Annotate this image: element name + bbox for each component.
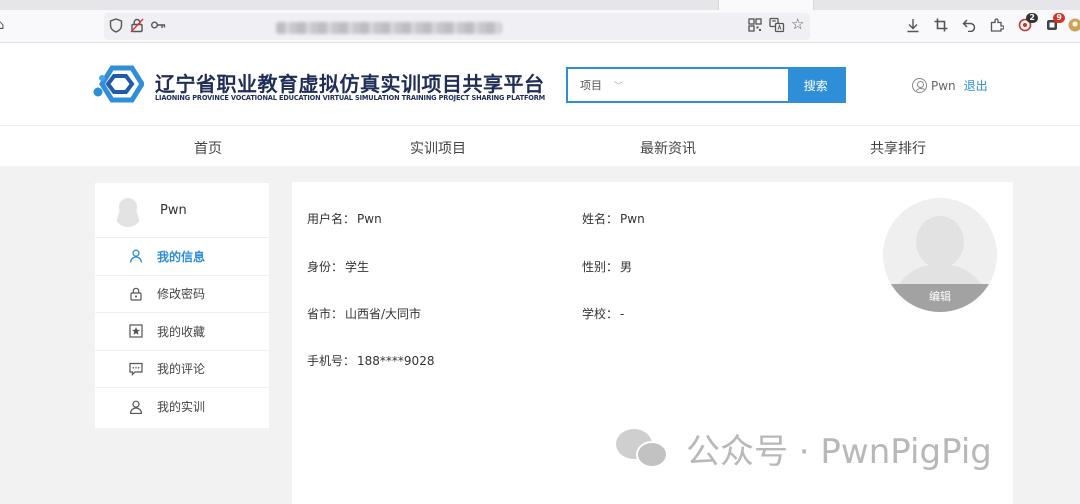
sidebar-item-my-training[interactable]: 我的实训 [95,388,269,426]
extension-badge-icon[interactable]: 2 [1018,13,1038,37]
sidebar-item-favorites[interactable]: 我的收藏 [95,313,269,351]
sidebar-item-my-info[interactable]: 我的信息 [95,238,269,276]
avatar-placeholder-head [916,216,964,268]
sidebar-item-label: 我的收藏 [157,324,206,339]
extension-alert-count: 9 [1053,13,1065,23]
site-title[interactable]: 辽宁省职业教育虚拟仿真实训项目共享平台 [155,68,545,97]
search-type-select[interactable]: 项目 ﹀ [568,69,626,101]
comment-icon [129,362,143,376]
username-value: Pwn [357,212,382,226]
name-field: 姓名： Pwn [582,210,645,227]
extensions-icon[interactable] [990,18,1005,37]
name-label: 姓名： [582,212,619,226]
address-bar[interactable]: ☆ [104,13,810,40]
key-icon[interactable] [150,18,166,37]
sidebar-profile: Pwn [95,183,269,238]
profile-avatar-icon[interactable] [1068,18,1080,37]
search-input[interactable] [625,69,788,101]
star-icon [129,324,143,338]
username-field: 用户名： Pwn [307,210,382,227]
search-bar: 项目 ﹀ 搜索 [566,67,846,103]
identity-label: 身份： [307,260,344,274]
browser-toolbar: ⌂ ☆ 2 9 [0,10,1080,43]
person-icon [129,249,143,263]
sidebar-item-label: 我的实训 [157,400,206,415]
watermark-text: 公众号 · PwnPigPig [686,432,992,472]
profile-avatar[interactable]: 编辑 [883,198,997,312]
nav-item-ranking[interactable]: 共享排行 [870,138,926,158]
site-subtitle: LIAONING PROVINCE VOCATIONAL EDUCATION V… [155,94,546,102]
name-value: Pwn [620,212,645,226]
user-area: Pwn 退出 [912,77,988,94]
main-nav: 首页 实训项目 最新资讯 共享排行 [0,125,1080,166]
chevron-down-icon: ﹀ [614,81,624,92]
sidebar-item-change-password[interactable]: 修改密码 [95,276,269,313]
extension-alert-icon[interactable]: 9 [1045,13,1065,37]
search-button[interactable]: 搜索 [787,69,844,101]
nav-item-projects[interactable]: 实训项目 [410,138,466,158]
identity-value: 学生 [345,260,370,274]
account-sidebar: Pwn 我的信息 修改密码 我的收藏 我的评论 我的实训 [95,183,269,428]
user-icon [912,78,927,93]
identity-field: 身份： 学生 [307,258,369,275]
bookmark-star-icon[interactable]: ☆ [791,16,804,32]
gender-value: 男 [620,260,633,274]
platform-logo-icon[interactable] [92,65,145,103]
gender-field: 性别：男 [582,258,632,275]
avatar-edit-button[interactable]: 编辑 [883,284,997,312]
school-label: 学校： [582,307,619,321]
search-type-label: 项目 [580,79,602,92]
province-label: 省市： [307,307,344,321]
sidebar-item-label: 修改密码 [157,287,206,302]
sidebar-item-comments[interactable]: 我的评论 [95,351,269,388]
wechat-watermark: 公众号 · PwnPigPig [612,424,992,473]
undo-icon[interactable] [962,18,976,37]
shield-icon[interactable] [109,18,123,38]
person-icon [129,400,143,414]
header-username[interactable]: Pwn [931,79,956,93]
extension-badge-count: 2 [1026,13,1038,23]
phone-field: 手机号： 188****9028 [307,352,434,369]
qr-code-icon[interactable] [748,18,762,37]
url-text [276,22,502,34]
lock-icon [129,287,143,301]
school-field: 学校： - [582,305,624,322]
phone-label: 手机号： [307,354,356,368]
phone-value: 188****9028 [357,354,435,368]
province-field: 省市： 山西省/大同市 [307,305,421,322]
sidebar-item-label: 我的信息 [157,249,206,264]
nav-item-home[interactable]: 首页 [194,138,222,158]
avatar [113,195,143,227]
school-value: - [620,307,625,321]
gender-label: 性别： [582,260,619,274]
nav-item-news[interactable]: 最新资讯 [640,138,696,158]
home-icon[interactable]: ⌂ [0,18,4,34]
sidebar-item-label: 我的评论 [157,362,206,377]
sidebar-username: Pwn [160,203,187,218]
wechat-icon [612,427,672,471]
tracking-lock-icon[interactable] [130,18,144,38]
crop-icon[interactable] [934,18,948,37]
logout-link[interactable]: 退出 [964,77,988,94]
download-icon[interactable] [906,18,920,38]
translate-icon[interactable] [769,17,785,38]
browser-tab[interactable] [718,0,814,10]
province-value: 山西省/大同市 [345,307,422,321]
browser-tab-strip [0,0,1080,10]
site-header: 辽宁省职业教育虚拟仿真实训项目共享平台 LIAONING PROVINCE VO… [0,43,1080,125]
username-label: 用户名： [307,212,356,226]
